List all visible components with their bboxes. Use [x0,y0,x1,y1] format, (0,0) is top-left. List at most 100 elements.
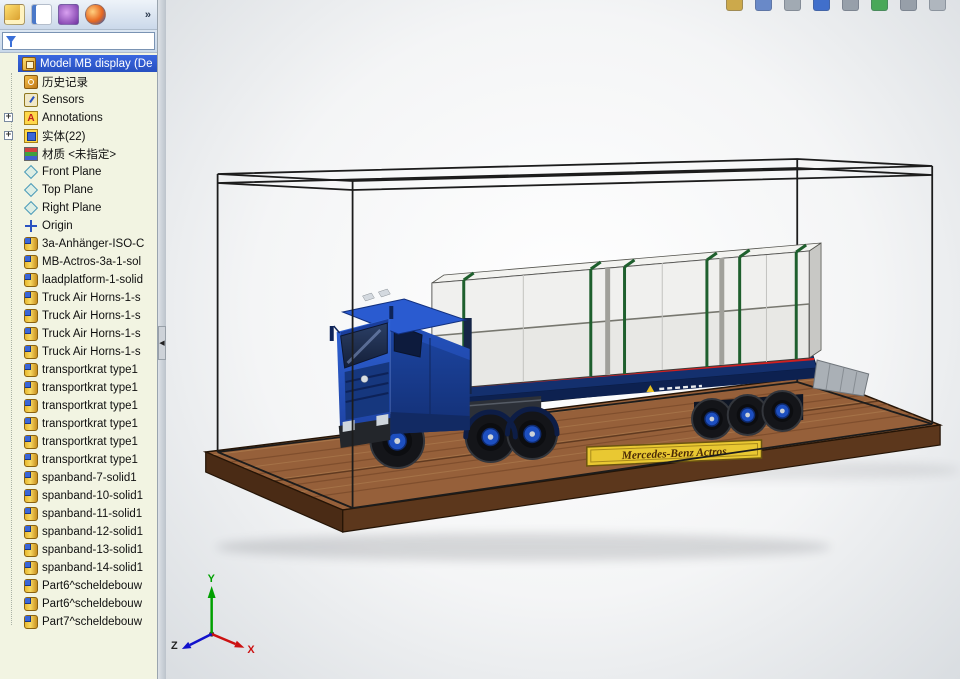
expand-toggle[interactable] [4,131,13,140]
tree-item-label: Part6^scheldebouw [42,598,143,610]
tree-item[interactable]: transportkrat type1 [0,361,157,379]
tree-root-label: Model MB display (De [40,57,153,70]
section-view-icon[interactable] [784,0,801,11]
tree-item-label: spanband-11-solid1 [42,508,143,520]
tree-item-icon [24,111,38,125]
appearances-icon[interactable] [85,4,106,25]
wooden-base[interactable] [202,375,944,533]
tree-item[interactable]: 历史记录 [0,73,157,91]
headlight [376,414,389,426]
featuremanager-icon[interactable] [4,4,25,25]
viewport-toolbar [726,0,946,11]
tree-item[interactable]: spanband-13-solid1 [0,541,157,559]
view-cube-icon[interactable] [726,0,743,11]
tree-item[interactable]: Truck Air Horns-1-s [0,307,157,325]
tree-item[interactable]: spanband-7-solid1 [0,469,157,487]
tree-item[interactable]: Top Plane [0,181,157,199]
tree-item[interactable]: transportkrat type1 [0,379,157,397]
tree-item-label: Part6^scheldebouw [42,580,143,592]
tree-item[interactable]: spanband-12-solid1 [0,523,157,541]
tree-item-icon [24,453,38,467]
tree-item-label: transportkrat type1 [42,454,138,466]
propertymanager-icon[interactable] [58,4,79,25]
tree-item-icon [24,345,38,359]
tree-root-item[interactable]: Model MB display (De [18,55,157,72]
tree-item-icon [24,273,38,287]
filter-row [0,30,157,53]
mercedes-star [360,375,369,383]
tree-item-label: Truck Air Horns-1-s [42,346,141,358]
tree-item-label: 实体(22) [42,131,86,143]
tree-item[interactable]: Truck Air Horns-1-s [0,325,157,343]
tree-item-icon [24,327,38,341]
tree-item[interactable]: laadplatform-1-solid [0,271,157,289]
tree-item-icon [24,561,38,575]
tree-item[interactable]: Part6^scheldebouw [0,595,157,613]
tree-item[interactable]: transportkrat type1 [0,433,157,451]
tree-item[interactable]: Right Plane [0,199,157,217]
display-style-icon[interactable] [755,0,772,11]
tree-item-icon [24,309,38,323]
air-horn [378,288,391,298]
tree-item-label: Origin [42,220,73,232]
panel-collapse-arrow[interactable]: ◀ [158,326,166,360]
tree-item-label: Truck Air Horns-1-s [42,292,141,304]
scene-settings-icon[interactable] [842,0,859,11]
solidworks-window: » Model MB display (De 历史记录 Sensors + A … [0,0,960,679]
viewport-3d[interactable]: Mercedes-Benz Actros Y X Z [166,0,960,679]
panel-toolbar-icons [4,4,106,25]
tree-item-icon [24,615,38,629]
feature-manager-panel: » Model MB display (De 历史记录 Sensors + A … [0,0,158,679]
tree-item-icon [24,75,38,89]
tree-item[interactable]: transportkrat type1 [0,451,157,469]
tree-item-label: transportkrat type1 [42,382,138,394]
triad-y-label: Y [208,573,216,585]
tree-item-label: Sensors [42,94,85,106]
tree-item-label: Front Plane [42,166,102,178]
tree-item-label: Right Plane [42,202,102,214]
tree-item-icon [24,471,38,485]
tree-item[interactable]: spanband-14-solid1 [0,559,157,577]
tree-item[interactable]: 3a-Anhänger-ISO-C [0,235,157,253]
tree-item-label: 3a-Anhänger-ISO-C [42,238,145,250]
help-icon[interactable] [929,0,946,11]
tree-item[interactable]: 实体(22) [0,127,157,145]
tree-item[interactable]: transportkrat type1 [0,397,157,415]
expand-toggle[interactable] [4,113,13,122]
tree-item[interactable]: transportkrat type1 [0,415,157,433]
tree-item[interactable]: Truck Air Horns-1-s [0,343,157,361]
tree-item-label: Truck Air Horns-1-s [42,328,141,340]
tree-item-icon [24,147,38,161]
tree-item[interactable]: Truck Air Horns-1-s [0,289,157,307]
filter-funnel-icon[interactable] [5,35,18,48]
tree-item-label: Top Plane [42,184,94,196]
tree-item-icon [24,597,38,611]
tree-item-icon [24,255,38,269]
tree-item-label: spanband-13-solid1 [42,544,144,556]
tree-item[interactable]: Origin [0,217,157,235]
tree-item[interactable]: 材质 <未指定> [0,145,157,163]
tree-item-icon [24,489,38,503]
render-icon[interactable] [871,0,888,11]
toolbar-overflow-button[interactable]: » [145,9,153,21]
tree-item-label: transportkrat type1 [42,400,138,412]
tree-item[interactable]: Annotations [0,109,157,127]
tree-item[interactable]: spanband-11-solid1 [0,505,157,523]
tree-item[interactable]: MB-Actros-3a-1-sol [0,253,157,271]
tree-item[interactable]: Part7^scheldebouw [0,613,157,631]
air-horn [362,292,375,302]
tree-item-icon [24,129,38,143]
edit-appearance-icon[interactable] [813,0,830,11]
panel-splitter[interactable]: ◀ [158,0,166,679]
tree-item-icon [24,435,38,449]
options-icon[interactable] [900,0,917,11]
tree-item-icon [24,579,38,593]
triad-z-label: Z [171,640,178,652]
display-pane-icon[interactable] [31,4,52,25]
filter-input[interactable] [18,34,154,48]
tree-item[interactable]: spanband-10-solid1 [0,487,157,505]
tree-item[interactable]: Front Plane [0,163,157,181]
tree-item[interactable]: Sensors [0,91,157,109]
tree-item[interactable]: Part6^scheldebouw [0,577,157,595]
model-scene[interactable]: Mercedes-Benz Actros Y X Z [166,0,960,679]
